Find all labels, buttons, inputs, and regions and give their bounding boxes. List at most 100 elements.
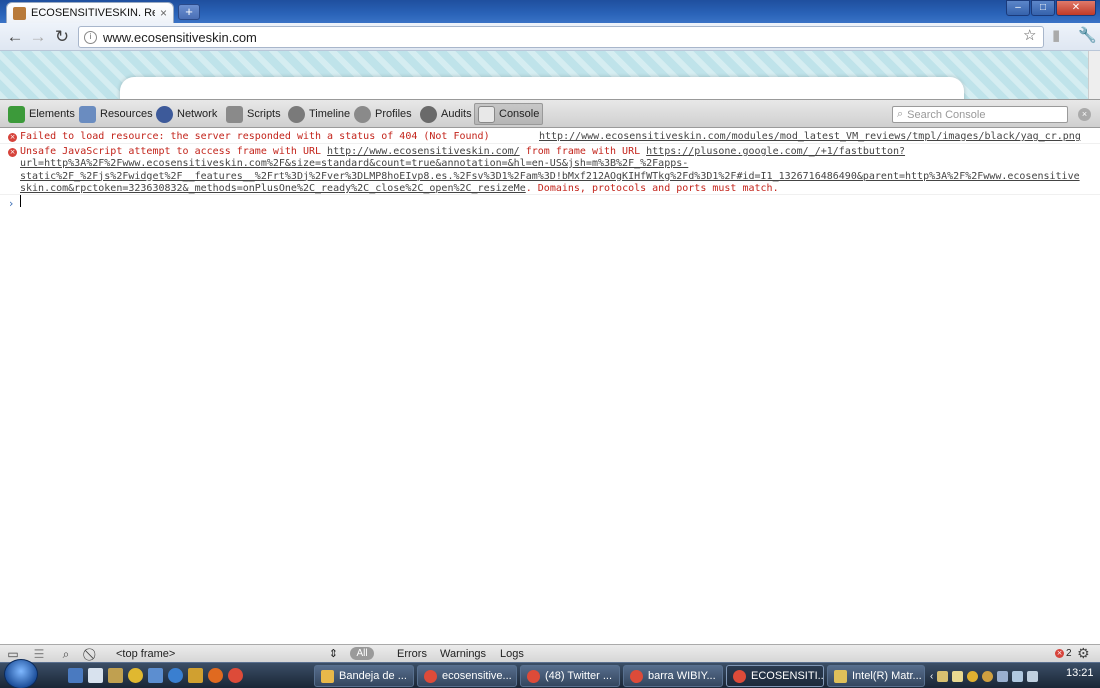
window-controls: – □ ✕	[1006, 0, 1096, 16]
search-placeholder: Search Console	[907, 108, 986, 121]
elements-icon	[8, 105, 25, 123]
frame-url-link[interactable]: skin.com&rpctoken=323630832&_methods=onP…	[20, 183, 526, 194]
web-page-viewport	[0, 51, 1100, 99]
error-source-link[interactable]: http://www.ecosensitiveskin.com/modules/…	[539, 131, 1081, 142]
volume-icon[interactable]	[1012, 670, 1024, 682]
console-output[interactable]: × Failed to load resource: the server re…	[0, 128, 1100, 644]
taskbar-item-label: ECOSENSITI...	[751, 670, 824, 682]
url-text[interactable]: www.ecosensitiveskin.com	[103, 30, 1038, 45]
tab-timeline[interactable]: Timeline	[285, 103, 353, 125]
tab-network[interactable]: Network	[153, 103, 220, 125]
reload-icon[interactable]: ↻	[51, 26, 73, 48]
show-console-icon[interactable]: ☰	[31, 646, 47, 662]
search-icon[interactable]: ⌕	[58, 646, 74, 662]
tab-label: Scripts	[247, 108, 281, 120]
taskbar-item[interactable]: (48) Twitter ...	[520, 665, 620, 687]
tab-elements[interactable]: Elements	[5, 103, 78, 125]
minimize-button[interactable]: –	[1006, 0, 1030, 16]
gear-icon[interactable]: ⚙	[1077, 645, 1090, 662]
devtools-status-bar: ▭ ☰ ⌕ ⃠ <top frame> ⇕ All Errors Warning…	[0, 644, 1100, 662]
tab-console[interactable]: Console	[474, 103, 544, 125]
tab-profiles[interactable]: Profiles	[351, 103, 415, 125]
tab-label: Network	[177, 108, 218, 120]
tray-expand-icon[interactable]: ‹	[930, 671, 933, 682]
profiles-icon	[354, 105, 371, 123]
close-devtools-icon[interactable]: ×	[1078, 108, 1091, 121]
maximize-button[interactable]: □	[1031, 0, 1055, 16]
start-button[interactable]	[4, 659, 38, 688]
taskbar: Bandeja de ... ecosensitive... (48) Twit…	[0, 659, 1100, 688]
close-tab-icon[interactable]: ×	[160, 6, 167, 20]
tab-label: Timeline	[309, 108, 351, 120]
taskbar-item-label: Intel(R) Matr...	[852, 670, 922, 682]
address-bar[interactable]: i www.ecosensitiveskin.com	[78, 26, 1044, 48]
error-count: 2	[1066, 648, 1072, 659]
error-count-badge[interactable]: × 2	[1055, 648, 1072, 659]
tab-resources[interactable]: Resources	[76, 103, 156, 125]
error-text: from frame with URL	[519, 146, 647, 157]
chrome-icon	[527, 669, 540, 683]
tab-scripts[interactable]: Scripts	[223, 103, 284, 125]
computer-icon[interactable]	[148, 668, 163, 683]
bookmark-star-icon[interactable]: ☆	[1023, 26, 1036, 44]
clock[interactable]: 13:21	[1066, 667, 1094, 679]
error-text: Unsafe JavaScript attempt to access fram…	[20, 146, 328, 157]
console-error-message: × Unsafe JavaScript attempt to access fr…	[0, 145, 1100, 195]
signal-bars-icon[interactable]: ▮	[1052, 26, 1060, 44]
console-icon	[478, 105, 495, 123]
console-input-caret[interactable]	[20, 195, 21, 207]
tab-label: Audits	[441, 108, 472, 120]
taskbar-item-label: (48) Twitter ...	[545, 670, 613, 682]
frame-url-link[interactable]: static%2F_%2Fjs%2Fwidget%2F__features__%…	[20, 171, 1080, 184]
new-tab-button[interactable]: +	[178, 4, 200, 20]
forward-arrow-icon[interactable]: →	[27, 26, 49, 48]
taskbar-item[interactable]: Bandeja de ...	[314, 665, 414, 687]
taskbar-item[interactable]: Intel(R) Matr...	[827, 665, 925, 687]
browser-toolbar: ← → ↻ i www.ecosensitiveskin.com ☆ ▮ 🔧	[0, 23, 1100, 51]
frame-url-link[interactable]: url=http%3A%2F%2Fwww.ecosensitiveskin.co…	[20, 158, 688, 171]
filter-errors[interactable]: Errors	[397, 646, 427, 662]
frame-url-link[interactable]: http://www.ecosensitiveskin.com/	[327, 146, 520, 157]
chrome-icon	[733, 669, 746, 683]
messenger-icon[interactable]	[128, 668, 143, 683]
tray-app-icon[interactable]	[967, 670, 979, 682]
globe-icon: i	[84, 30, 97, 44]
devtools-toolbar: Elements Resources Network Scripts Timel…	[0, 99, 1100, 128]
filter-logs[interactable]: Logs	[500, 646, 524, 662]
firefox-icon[interactable]	[208, 668, 223, 683]
search-console-input[interactable]: ⌕ Search Console	[892, 106, 1068, 123]
taskbar-item-label: Bandeja de ...	[339, 670, 407, 682]
explorer-icon[interactable]	[108, 668, 123, 683]
tray-app-icon[interactable]	[952, 670, 964, 682]
network-icon	[156, 105, 173, 123]
page-scrollbar[interactable]	[1088, 51, 1100, 99]
show-desktop-icon[interactable]	[68, 668, 83, 683]
taskbar-item[interactable]: barra WIBIY...	[623, 665, 723, 687]
frame-select[interactable]: <top frame> ⇕	[112, 646, 342, 662]
tray-app-icon[interactable]	[1027, 670, 1039, 682]
tray-app-icon[interactable]	[937, 670, 949, 682]
back-arrow-icon[interactable]: ←	[4, 26, 26, 48]
ie-icon[interactable]	[168, 668, 183, 683]
resources-icon	[79, 105, 96, 123]
close-window-button[interactable]: ✕	[1056, 0, 1096, 16]
chrome-icon[interactable]	[228, 668, 243, 683]
tab-label: Elements	[29, 108, 75, 120]
chrome-icon	[424, 669, 437, 683]
search-icon: ⌕	[897, 108, 904, 120]
taskbar-item-label: ecosensitive...	[442, 670, 512, 682]
filter-warnings[interactable]: Warnings	[440, 646, 486, 662]
taskbar-item-active[interactable]: ECOSENSITI...	[726, 665, 824, 687]
window-switch-icon[interactable]	[88, 668, 103, 683]
audits-icon	[420, 105, 437, 123]
wrench-icon[interactable]: 🔧	[1078, 26, 1097, 44]
taskbar-item[interactable]: ecosensitive...	[417, 665, 517, 687]
frame-url-link[interactable]: https://plusone.google.com/_/+1/fastbutt…	[646, 146, 905, 157]
network-tray-icon[interactable]	[997, 670, 1009, 682]
tab-audits[interactable]: Audits	[417, 103, 475, 125]
media-icon[interactable]	[188, 668, 203, 683]
tray-app-icon[interactable]	[982, 670, 994, 682]
filter-all[interactable]: All	[350, 647, 374, 660]
browser-tab[interactable]: ECOSENSITIVESKIN. Regalo ×	[6, 2, 174, 23]
clear-console-icon[interactable]: ⃠	[84, 646, 100, 662]
